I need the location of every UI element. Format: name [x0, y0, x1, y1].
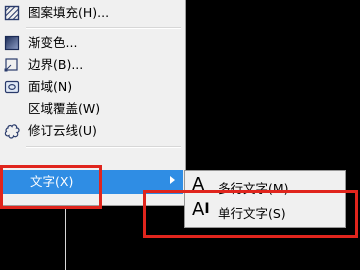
menu-item-label: 图案填充(H)...	[28, 5, 110, 20]
menu-item-hatch[interactable]: 图案填充(H)...	[0, 2, 185, 24]
menu-item-label: 区域覆盖(W)	[28, 101, 101, 116]
menu-separator	[26, 27, 181, 29]
menu-separator	[26, 146, 181, 148]
menu-item-label: 修订云线(U)	[28, 123, 97, 138]
region-icon	[4, 80, 20, 94]
gradient-icon	[4, 35, 20, 51]
highlight-box	[143, 190, 358, 238]
menu-item-revcloud[interactable]: 修订云线(U)	[0, 120, 185, 142]
crosshair-line	[65, 208, 66, 270]
menu-item-label: 面域(N)	[28, 79, 73, 94]
menu-item-boundary[interactable]: 边界(B)...	[0, 54, 185, 76]
menu-item-region[interactable]: 面域(N)	[0, 76, 185, 98]
menu-item-wipeout[interactable]: 区域覆盖(W)	[0, 98, 185, 120]
revcloud-icon	[4, 124, 20, 139]
boundary-icon	[4, 58, 18, 72]
menu-item-label: 边界(B)...	[28, 57, 84, 72]
submenu-arrow-icon	[170, 176, 175, 184]
menu-item-gradient[interactable]: 渐变色...	[0, 32, 185, 54]
menu-item-label: 渐变色...	[28, 35, 78, 50]
hatch-icon	[4, 5, 20, 21]
highlight-box	[0, 165, 102, 209]
